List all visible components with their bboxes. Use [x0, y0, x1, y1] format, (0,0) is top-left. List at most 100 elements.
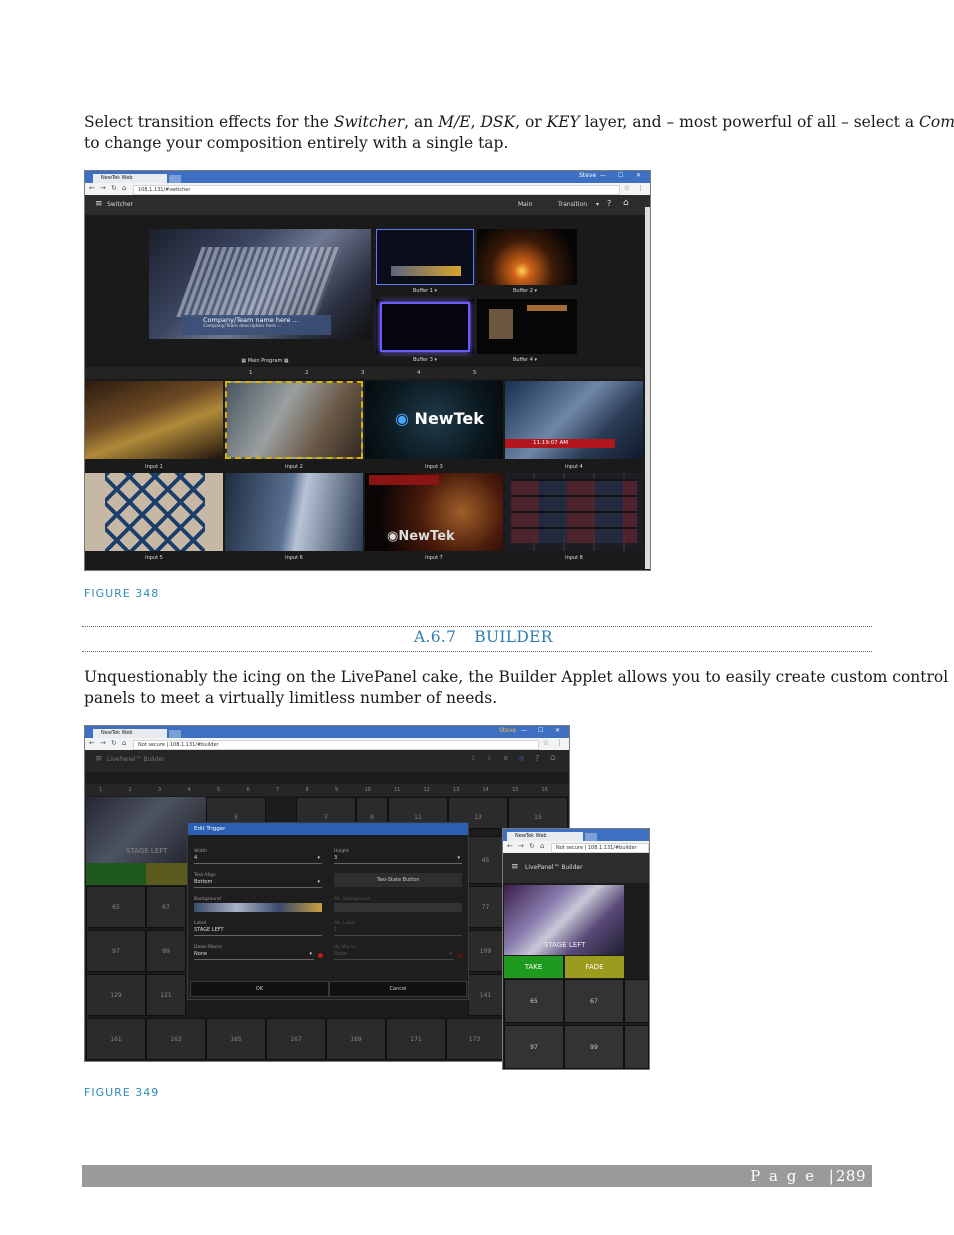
- grid-cell[interactable]: 141: [468, 974, 503, 1016]
- page-tab-4[interactable]: 4: [417, 370, 421, 376]
- url-field[interactable]: Not secure | 108.1.131/#builder: [551, 843, 649, 853]
- main-program-view[interactable]: Company/Team name here ... Company/Team …: [149, 229, 371, 339]
- upload-icon[interactable]: ⇪: [471, 755, 476, 762]
- take-button-bg[interactable]: [86, 863, 146, 885]
- grid-cell[interactable]: 65: [86, 886, 146, 928]
- home-icon[interactable]: ⌂: [122, 184, 126, 192]
- reload-icon[interactable]: ↻: [529, 842, 535, 850]
- page-tab-1[interactable]: 1: [249, 370, 253, 376]
- input-2-tile[interactable]: [225, 381, 363, 459]
- browser-tab[interactable]: NewTek Web: [507, 832, 583, 841]
- input-8-tile[interactable]: [505, 473, 643, 551]
- grid-cell[interactable]: 163: [146, 1018, 206, 1060]
- hamburger-icon[interactable]: ≡: [511, 862, 519, 872]
- maximize-icon[interactable]: ☐: [538, 727, 543, 734]
- grid-cell[interactable]: 171: [386, 1018, 446, 1060]
- page-tab-2[interactable]: 2: [305, 370, 309, 376]
- column-number[interactable]: 7: [276, 787, 279, 793]
- column-number[interactable]: 9: [335, 787, 338, 793]
- buffer-1-view[interactable]: [376, 229, 474, 285]
- settings-icon[interactable]: ⚙: [503, 755, 508, 762]
- transition-dropdown[interactable]: Transition: [558, 201, 587, 208]
- hamburger-icon[interactable]: ≡: [95, 754, 103, 764]
- column-number[interactable]: 1: [99, 787, 102, 793]
- grid-cell[interactable]: 45: [468, 836, 503, 884]
- column-number[interactable]: 3: [158, 787, 161, 793]
- grid-cell[interactable]: [624, 1025, 649, 1069]
- grid-cell[interactable]: 65: [504, 979, 564, 1023]
- grid-cell[interactable]: 129: [86, 974, 146, 1016]
- page-tab-5[interactable]: 5: [473, 370, 477, 376]
- forward-icon[interactable]: →: [100, 184, 106, 192]
- input-6-tile[interactable]: [225, 473, 363, 551]
- ok-button[interactable]: OK: [190, 981, 329, 997]
- minimize-icon[interactable]: —: [521, 727, 527, 734]
- mobile-trigger-thumbnail[interactable]: STAGE LEFT: [504, 885, 624, 955]
- bookmark-star-icon[interactable]: ☆: [543, 739, 549, 747]
- browser-tab[interactable]: NewTek Web: [93, 729, 167, 738]
- reload-icon[interactable]: ↻: [111, 184, 117, 192]
- column-number[interactable]: 4: [188, 787, 191, 793]
- grid-cell[interactable]: [624, 979, 649, 1023]
- down-macro-select[interactable]: None ▾: [194, 951, 314, 960]
- height-field[interactable]: 3 ▾: [334, 855, 462, 864]
- column-number[interactable]: 12: [424, 787, 430, 793]
- buffer-4-view[interactable]: [477, 299, 577, 354]
- back-icon[interactable]: ←: [507, 842, 513, 850]
- record-icon[interactable]: [458, 953, 463, 958]
- grid-cell[interactable]: 67: [146, 886, 186, 928]
- home-icon[interactable]: ⌂: [550, 753, 556, 763]
- text-align-select[interactable]: Bottom ▾: [194, 879, 322, 888]
- grid-cell[interactable]: 97: [86, 930, 146, 972]
- column-number[interactable]: 15: [512, 787, 518, 793]
- home-icon[interactable]: ⌂: [623, 198, 629, 208]
- buffer-3-view[interactable]: [376, 299, 474, 354]
- column-number[interactable]: 16: [542, 787, 548, 793]
- grid-cell[interactable]: 97: [504, 1025, 564, 1069]
- input-7-tile[interactable]: ◉NewTek: [365, 473, 503, 551]
- home-icon[interactable]: ⌂: [540, 842, 544, 850]
- grid-cell[interactable]: 167: [266, 1018, 326, 1060]
- menu-kebab-icon[interactable]: ⋮: [556, 739, 563, 747]
- grid-cell[interactable]: 169: [326, 1018, 386, 1060]
- help-icon[interactable]: ?: [607, 199, 611, 208]
- column-number[interactable]: 13: [453, 787, 459, 793]
- hamburger-icon[interactable]: ≡: [95, 199, 103, 209]
- input-3-tile[interactable]: ◉ NewTek: [365, 381, 503, 459]
- input-1-tile[interactable]: [85, 381, 223, 459]
- url-field[interactable]: 108.1.131/#switcher: [133, 185, 620, 195]
- new-tab-button[interactable]: [169, 175, 181, 183]
- two-state-button[interactable]: Two-State Button: [334, 873, 462, 887]
- new-tab-button[interactable]: [585, 833, 597, 841]
- record-icon[interactable]: [318, 953, 323, 958]
- forward-icon[interactable]: →: [100, 739, 106, 747]
- column-number[interactable]: 8: [306, 787, 309, 793]
- grid-cell[interactable]: 165: [206, 1018, 266, 1060]
- grid-cell[interactable]: 77: [468, 886, 503, 928]
- column-number[interactable]: 6: [247, 787, 250, 793]
- column-number[interactable]: 11: [394, 787, 400, 793]
- grid-cell[interactable]: 99: [146, 930, 186, 972]
- back-icon[interactable]: ←: [89, 184, 95, 192]
- help-icon[interactable]: ?: [535, 754, 539, 763]
- back-icon[interactable]: ←: [89, 739, 95, 747]
- browser-tab[interactable]: NewTek Web: [93, 174, 167, 183]
- column-number[interactable]: 2: [129, 787, 132, 793]
- menu-kebab-icon[interactable]: ⋮: [637, 184, 644, 192]
- bookmark-star-icon[interactable]: ☆: [624, 184, 630, 192]
- main-dropdown[interactable]: Main: [518, 201, 532, 208]
- scrollbar[interactable]: [645, 207, 650, 569]
- fade-button[interactable]: FADE: [565, 956, 624, 978]
- forward-icon[interactable]: →: [518, 842, 524, 850]
- background-picker[interactable]: [194, 903, 322, 912]
- minimize-icon[interactable]: —: [600, 172, 606, 179]
- input-5-tile[interactable]: [85, 473, 223, 551]
- grid-cell[interactable]: 121: [146, 974, 186, 1016]
- page-tab-3[interactable]: 3: [361, 370, 365, 376]
- grid-cell[interactable]: 99: [564, 1025, 624, 1069]
- grid-cell[interactable]: 67: [564, 979, 624, 1023]
- column-number[interactable]: 5: [217, 787, 220, 793]
- grid-cell[interactable]: 161: [86, 1018, 146, 1060]
- grid-cell[interactable]: 109: [468, 930, 503, 972]
- buffer-2-view[interactable]: [477, 229, 577, 285]
